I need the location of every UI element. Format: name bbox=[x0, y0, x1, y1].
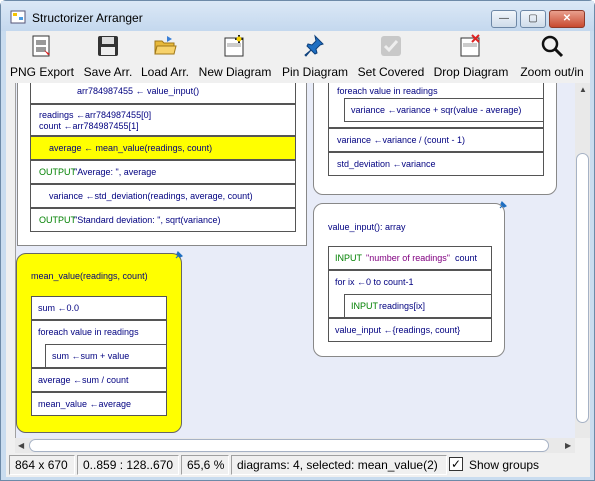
assign-mean-value[interactable]: mean_value ←average bbox=[31, 392, 167, 416]
stmt-text: "Average: ", average bbox=[74, 167, 157, 177]
window-title: Structorizer Arranger bbox=[32, 11, 143, 25]
set-covered-label: Set Covered bbox=[357, 65, 425, 79]
status-canvas-size: 864 x 670 bbox=[9, 455, 75, 475]
stmt-text: arr784987455 ← value_input() bbox=[77, 86, 200, 96]
horizontal-scroll-thumb[interactable] bbox=[29, 439, 549, 452]
set-covered-button[interactable]: Set Covered bbox=[355, 31, 427, 83]
stmt-text: average ←sum / count bbox=[38, 375, 129, 385]
app-icon bbox=[10, 10, 26, 24]
input-prompt: "number of readings" bbox=[366, 253, 450, 263]
scroll-left-icon[interactable]: ◀ bbox=[18, 442, 24, 450]
checkmark-icon bbox=[381, 36, 401, 56]
stmt-text: variance ←variance + sqr(value - average… bbox=[351, 105, 522, 115]
assign-sum[interactable]: sum ←0.0 bbox=[31, 296, 167, 320]
input-readings[interactable]: INPUT readings[ix] bbox=[344, 294, 492, 318]
status-bar: 864 x 670 0..859 : 128..670 65,6 % diagr… bbox=[6, 453, 590, 477]
diagram-main-program[interactable]: arr784987455 ← value_input() readings ←a… bbox=[17, 83, 307, 246]
zoom-label: Zoom out/in bbox=[520, 65, 584, 79]
loop-body[interactable]: variance ←variance + sqr(value - average… bbox=[344, 98, 544, 122]
toolbar: PNG Export Save Arr. Load Arr. New Diagr… bbox=[6, 31, 590, 83]
drop-diagram-button[interactable]: Drop Diagram bbox=[430, 31, 512, 83]
load-arrangement-label: Load Arr. bbox=[140, 65, 190, 79]
pushpin-icon bbox=[304, 34, 324, 57]
magnifier-icon bbox=[541, 35, 564, 58]
pinned-icon bbox=[175, 251, 183, 259]
assign-readings-count[interactable]: readings ←arr784987455[0] count ←arr7849… bbox=[30, 104, 296, 136]
stmt-text: readings[ix] bbox=[379, 301, 426, 311]
open-folder-icon bbox=[154, 36, 177, 55]
status-visible-range: 0..859 : 128..670 bbox=[77, 455, 179, 475]
call-std-deviation[interactable]: variance ←std_deviation(readings, averag… bbox=[30, 184, 296, 208]
stmt-text: "Standard deviation: ", sqrt(variance) bbox=[74, 215, 221, 225]
canvas-frame: arr784987455 ← value_input() readings ←a… bbox=[6, 83, 590, 453]
output-std-deviation[interactable]: OUTPUT "Standard deviation: ", sqrt(vari… bbox=[30, 208, 296, 232]
scroll-up-icon[interactable]: ▲ bbox=[579, 86, 587, 94]
new-diagram-label: New Diagram bbox=[198, 65, 272, 79]
stmt-text: for ix ←0 to count-1 bbox=[335, 277, 414, 287]
maximize-button[interactable]: ▢ bbox=[520, 10, 546, 28]
assign-average[interactable]: average ←sum / count bbox=[31, 368, 167, 392]
call-value-input[interactable]: arr784987455 ← value_input() bbox=[30, 83, 296, 104]
status-zoom: 65,6 % bbox=[181, 455, 229, 475]
diagram-std-deviation[interactable]: foreach value in readings variance ←vari… bbox=[313, 83, 557, 195]
stmt-text: variance ←std_deviation(readings, averag… bbox=[49, 191, 253, 201]
stmt-text: count ←arr784987455[1] bbox=[39, 121, 139, 131]
input-var: count bbox=[455, 253, 478, 263]
minimize-button[interactable]: — bbox=[491, 10, 517, 28]
diagram-header: value_input(): array bbox=[328, 222, 406, 232]
assign-return[interactable]: value_input ←{readings, count} bbox=[328, 318, 492, 342]
vertical-scrollbar[interactable]: ▲ bbox=[575, 83, 590, 438]
show-groups-label[interactable]: Show groups bbox=[469, 458, 539, 472]
scroll-right-icon[interactable]: ▶ bbox=[565, 442, 571, 450]
stmt-text: sum ←sum + value bbox=[52, 351, 130, 361]
pin-diagram-label: Pin Diagram bbox=[281, 65, 349, 79]
close-button[interactable]: ✕ bbox=[549, 10, 585, 28]
floppy-disk-icon bbox=[98, 36, 118, 56]
save-arrangement-button[interactable]: Save Arr. bbox=[80, 31, 136, 83]
new-diagram-button[interactable]: New Diagram bbox=[196, 31, 274, 83]
pin-diagram-button[interactable]: Pin Diagram bbox=[279, 31, 351, 83]
drop-diagram-label: Drop Diagram bbox=[433, 65, 509, 79]
vertical-scroll-thumb[interactable] bbox=[576, 153, 589, 423]
zoom-button[interactable]: Zoom out/in bbox=[516, 31, 588, 83]
stmt-text: value_input ←{readings, count} bbox=[335, 325, 461, 335]
stmt-text: average ← mean_value(readings, count) bbox=[49, 143, 213, 153]
assign-variance[interactable]: variance ←variance / (count - 1) bbox=[328, 128, 544, 152]
output-keyword: OUTPUT bbox=[39, 167, 76, 177]
show-groups-checkbox[interactable]: ✓ bbox=[449, 457, 463, 471]
stmt-text: foreach value in readings bbox=[38, 327, 139, 337]
output-keyword: OUTPUT bbox=[39, 215, 76, 225]
assign-std-deviation[interactable]: std_deviation ←variance bbox=[328, 152, 544, 176]
diagram-header: mean_value(readings, count) bbox=[31, 271, 148, 281]
call-mean-value[interactable]: average ← mean_value(readings, count) bbox=[30, 136, 296, 160]
app-window: Structorizer Arranger — ▢ ✕ PNG Export S… bbox=[0, 0, 595, 481]
loop-body[interactable]: sum ←sum + value bbox=[45, 344, 167, 368]
stmt-text: foreach value in readings bbox=[337, 86, 438, 96]
stmt-text: std_deviation ←variance bbox=[337, 159, 436, 169]
save-arrangement-label: Save Arr. bbox=[83, 65, 133, 79]
diagram-value-input[interactable]: value_input(): array INPUT "number of re… bbox=[313, 201, 507, 357]
png-export-button[interactable]: PNG Export bbox=[9, 31, 75, 83]
stmt-text: sum ←0.0 bbox=[38, 303, 80, 313]
input-count[interactable]: INPUT "number of readings" count bbox=[328, 246, 492, 270]
stmt-text: readings ←arr784987455[0] bbox=[39, 110, 152, 120]
diagram-mean-value[interactable]: mean_value(readings, count) sum ←0.0 for… bbox=[16, 251, 183, 433]
title-bar[interactable]: Structorizer Arranger — ▢ ✕ bbox=[1, 1, 594, 31]
stmt-text: variance ←variance / (count - 1) bbox=[337, 135, 466, 145]
png-export-label: PNG Export bbox=[9, 65, 75, 79]
drop-diagram-icon bbox=[460, 34, 480, 57]
output-average[interactable]: OUTPUT "Average: ", average bbox=[30, 160, 296, 184]
stmt-text: mean_value ←average bbox=[38, 399, 132, 409]
diagram-canvas[interactable]: arr784987455 ← value_input() readings ←a… bbox=[15, 83, 575, 438]
png-export-icon bbox=[32, 35, 50, 57]
new-diagram-icon bbox=[224, 35, 244, 57]
load-arrangement-button[interactable]: Load Arr. bbox=[137, 31, 193, 83]
input-keyword: INPUT bbox=[351, 301, 378, 311]
horizontal-scrollbar[interactable]: ◀ ▶ bbox=[15, 438, 575, 453]
input-keyword: INPUT bbox=[335, 253, 362, 263]
status-selection-info: diagrams: 4, selected: mean_value(2) bbox=[231, 455, 447, 475]
pinned-icon bbox=[499, 201, 507, 209]
